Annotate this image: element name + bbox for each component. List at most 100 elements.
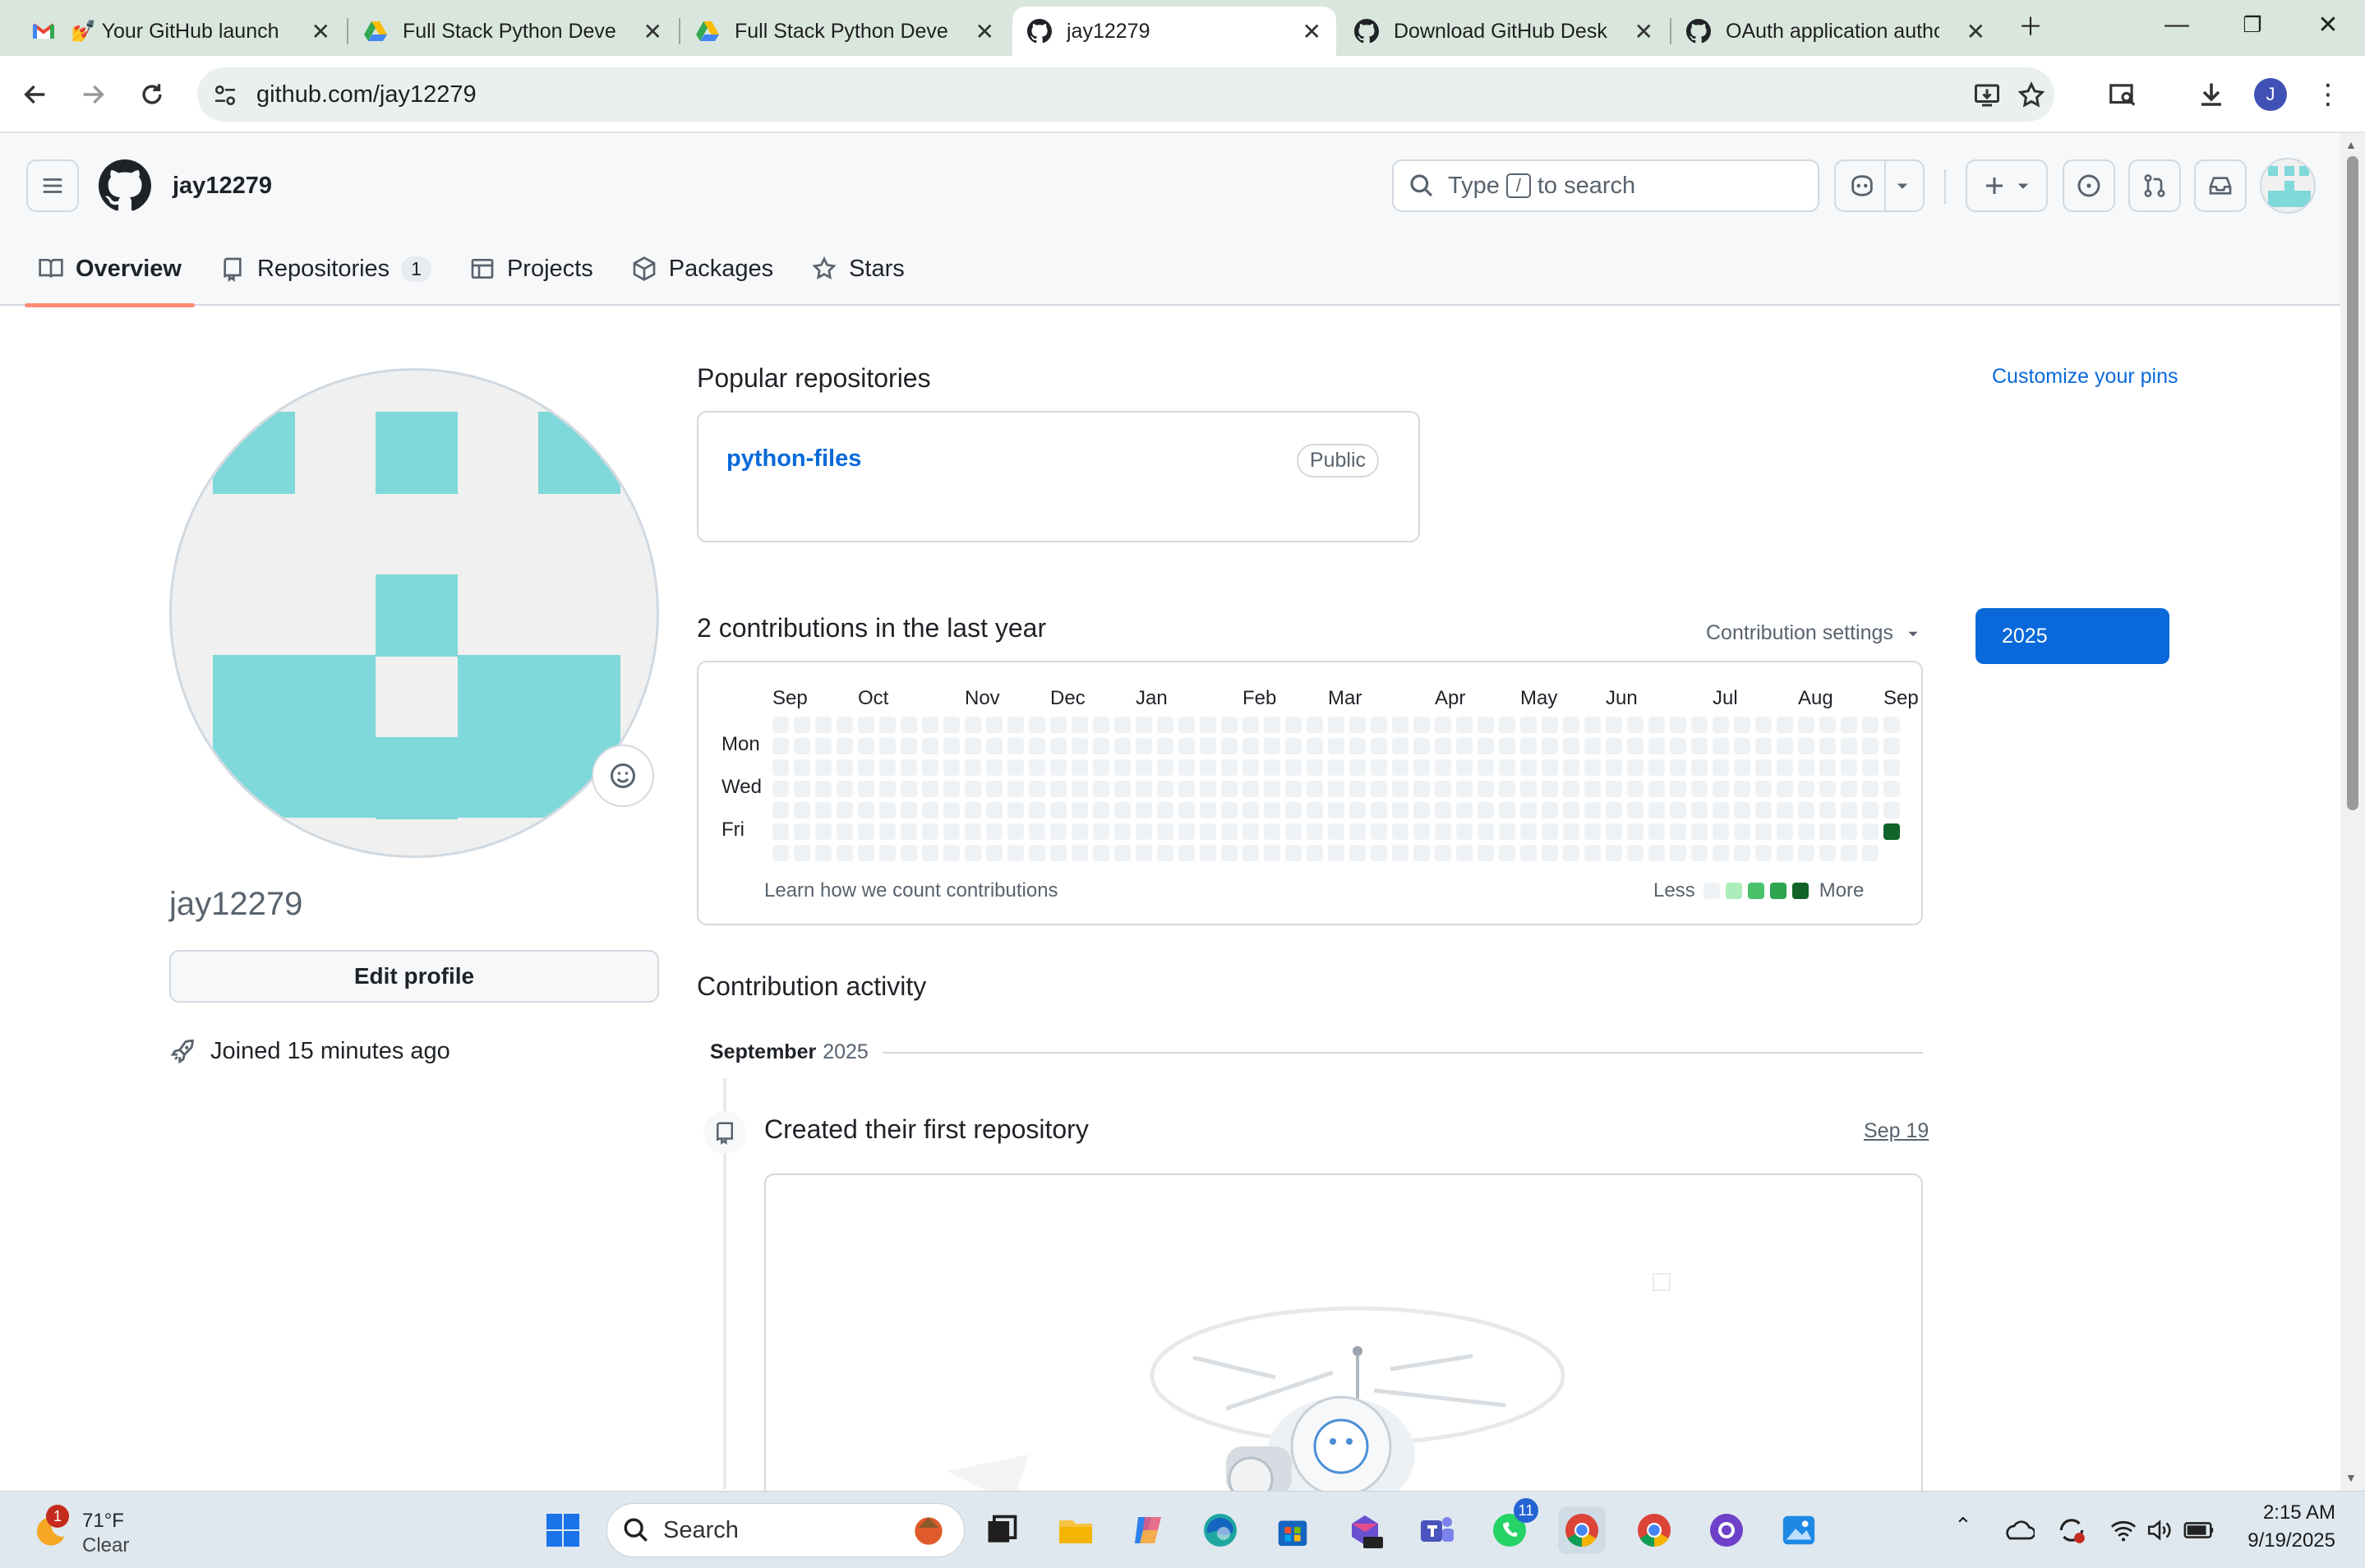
contribution-day[interactable]	[1349, 717, 1366, 733]
contribution-day[interactable]	[1841, 802, 1857, 819]
contribution-day[interactable]	[1200, 717, 1216, 733]
contribution-day[interactable]	[1862, 717, 1879, 733]
contribution-day[interactable]	[1734, 823, 1750, 840]
contribution-day[interactable]	[986, 845, 1003, 861]
contribution-day[interactable]	[1456, 738, 1473, 754]
contribution-day[interactable]	[1819, 738, 1836, 754]
contribution-day[interactable]	[1371, 759, 1387, 776]
contribution-day[interactable]	[1542, 738, 1558, 754]
contribution-day[interactable]	[1670, 759, 1686, 776]
contribution-day[interactable]	[922, 781, 938, 797]
contribution-day[interactable]	[1029, 845, 1045, 861]
battery-icon[interactable]	[2183, 1516, 2215, 1544]
contribution-day[interactable]	[1520, 781, 1537, 797]
tab-drive-2[interactable]: Full Stack Python Develo ✕	[680, 7, 1009, 56]
close-icon[interactable]: ✕	[1966, 18, 1985, 45]
github-desktop-button[interactable]	[1703, 1506, 1750, 1554]
contribution-day[interactable]	[1691, 738, 1708, 754]
tab-repositories[interactable]: Repositories 1	[206, 232, 445, 306]
contribution-day[interactable]	[943, 781, 960, 797]
contribution-day[interactable]	[965, 781, 981, 797]
contribution-day[interactable]	[1520, 738, 1537, 754]
contribution-day[interactable]	[1648, 802, 1665, 819]
contribution-day[interactable]	[1307, 845, 1323, 861]
contribution-day[interactable]	[1349, 845, 1366, 861]
contribution-day[interactable]	[943, 717, 960, 733]
contribution-day[interactable]	[986, 738, 1003, 754]
contribution-day[interactable]	[1819, 759, 1836, 776]
contribution-day[interactable]	[1285, 759, 1302, 776]
contribution-day[interactable]	[1157, 759, 1173, 776]
tab-projects[interactable]: Projects	[456, 232, 606, 306]
contribution-day[interactable]	[1242, 759, 1259, 776]
contribution-day[interactable]	[1242, 823, 1259, 840]
year-2025-button[interactable]: 2025	[1975, 608, 2169, 664]
contribution-day[interactable]	[1413, 845, 1430, 861]
contribution-day[interactable]	[1221, 845, 1238, 861]
contribution-day[interactable]	[1819, 802, 1836, 819]
contribution-day[interactable]	[1114, 738, 1131, 754]
contribution-day[interactable]	[1734, 781, 1750, 797]
photos-button[interactable]	[1775, 1506, 1823, 1554]
set-status-button[interactable]	[592, 745, 654, 807]
close-icon[interactable]: ✕	[1302, 18, 1321, 45]
contribution-day[interactable]	[1499, 738, 1515, 754]
contribution-day[interactable]	[965, 802, 981, 819]
contribution-day[interactable]	[1221, 738, 1238, 754]
close-icon[interactable]: ✕	[975, 18, 994, 45]
contribution-day[interactable]	[1392, 781, 1408, 797]
contribution-day[interactable]	[1713, 759, 1729, 776]
tab-oauth[interactable]: OAuth application autho ✕	[1671, 7, 2000, 56]
contribution-day[interactable]	[1499, 717, 1515, 733]
profile-avatar[interactable]	[169, 368, 659, 858]
contribution-day[interactable]	[1371, 738, 1387, 754]
clock-time[interactable]: 2:15 AM	[2243, 1501, 2335, 1524]
contribution-settings-dropdown[interactable]: Contribution settings	[1706, 621, 1920, 645]
contribution-day[interactable]	[1157, 802, 1173, 819]
contribution-day[interactable]	[1371, 781, 1387, 797]
volume-icon[interactable]	[2145, 1516, 2174, 1544]
contribution-day[interactable]	[1114, 823, 1131, 840]
contribution-day[interactable]	[1563, 717, 1579, 733]
contribution-day[interactable]	[1114, 802, 1131, 819]
contribution-day[interactable]	[1072, 781, 1088, 797]
contribution-day[interactable]	[986, 759, 1003, 776]
contribution-day[interactable]	[1456, 802, 1473, 819]
contribution-day[interactable]	[1114, 717, 1131, 733]
contribution-day[interactable]	[1755, 759, 1772, 776]
contribution-day[interactable]	[1563, 823, 1579, 840]
contribution-day[interactable]	[1392, 717, 1408, 733]
contribution-day[interactable]	[1200, 781, 1216, 797]
search-input[interactable]: Type / to search	[1392, 159, 1819, 212]
contribution-day[interactable]	[1542, 823, 1558, 840]
inbox-button[interactable]	[2194, 159, 2247, 212]
contribution-day[interactable]	[1584, 845, 1601, 861]
contribution-day[interactable]	[1392, 738, 1408, 754]
contribution-day[interactable]	[1734, 845, 1750, 861]
contribution-day[interactable]	[1499, 802, 1515, 819]
contribution-day[interactable]	[858, 759, 874, 776]
create-new-button[interactable]	[1966, 159, 2048, 212]
contribution-day[interactable]	[1242, 717, 1259, 733]
contribution-day[interactable]	[858, 823, 874, 840]
contribution-day[interactable]	[1007, 845, 1024, 861]
contribution-day[interactable]	[1007, 802, 1024, 819]
contribution-day[interactable]	[1499, 823, 1515, 840]
contribution-day[interactable]	[1883, 717, 1900, 733]
contribution-day[interactable]	[986, 781, 1003, 797]
contribution-day[interactable]	[1413, 738, 1430, 754]
contribution-day[interactable]	[1200, 802, 1216, 819]
show-hidden-icons-chevron-icon[interactable]: ⌃	[1954, 1513, 1972, 1538]
contribution-day[interactable]	[1157, 823, 1173, 840]
m365-button[interactable]	[1341, 1506, 1389, 1554]
contribution-day[interactable]	[1307, 781, 1323, 797]
contribution-day[interactable]	[1136, 717, 1152, 733]
contribution-day[interactable]	[1456, 759, 1473, 776]
downloads-button[interactable]	[2191, 74, 2232, 115]
contribution-day[interactable]	[1542, 759, 1558, 776]
contribution-day[interactable]	[1435, 845, 1451, 861]
contribution-day[interactable]	[1349, 759, 1366, 776]
contribution-day[interactable]	[1178, 823, 1195, 840]
contribution-day[interactable]	[1734, 717, 1750, 733]
contribution-day[interactable]	[1050, 823, 1067, 840]
